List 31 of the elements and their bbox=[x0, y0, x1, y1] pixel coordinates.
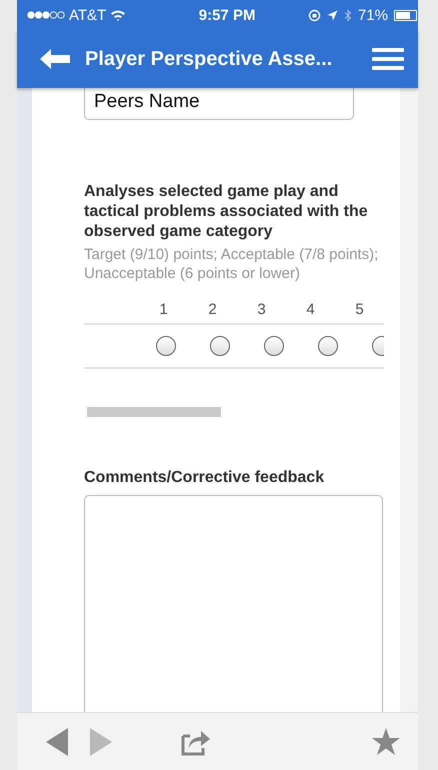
carrier-name: AT&T bbox=[69, 6, 106, 24]
battery-icon bbox=[394, 10, 418, 20]
scale-label: 1 bbox=[158, 300, 169, 318]
radio-button[interactable] bbox=[210, 336, 230, 356]
clock-time: 9:57 PM bbox=[198, 6, 256, 24]
comments-label: Comments/Corrective feedback bbox=[84, 469, 326, 487]
location-icon bbox=[326, 10, 338, 20]
rotation-lock-icon bbox=[308, 8, 321, 22]
scale-label: 5 bbox=[354, 300, 365, 318]
menu-button[interactable] bbox=[372, 48, 404, 70]
wifi-icon bbox=[110, 9, 126, 21]
question-title: Analyses selected game play and tactical problems associated with the observed game category bbox=[84, 182, 369, 242]
question-help-text: Target (9/10) points; Acceptable (7/8 points); Unacceptable (6 points or lower) bbox=[84, 245, 380, 283]
back-button[interactable] bbox=[45, 726, 69, 756]
radio-button[interactable] bbox=[318, 336, 338, 356]
page-title: Player Perspective Asse... bbox=[85, 48, 334, 70]
scale-label: 4 bbox=[305, 300, 316, 318]
battery-percent: 71% bbox=[358, 6, 388, 24]
menu-icon bbox=[372, 48, 404, 70]
radio-button[interactable] bbox=[264, 336, 284, 356]
bookmark-button[interactable] bbox=[371, 728, 401, 756]
signal-icon bbox=[27, 11, 65, 19]
back-button[interactable] bbox=[39, 48, 71, 70]
back-triangle-icon bbox=[45, 726, 69, 756]
forward-triangle-icon bbox=[89, 726, 113, 756]
bluetooth-icon bbox=[344, 8, 352, 22]
scale-label: 3 bbox=[256, 300, 267, 318]
star-icon bbox=[371, 728, 401, 756]
radio-button[interactable] bbox=[156, 336, 176, 356]
back-arrow-icon bbox=[39, 48, 71, 70]
scale-label: 2 bbox=[207, 300, 218, 318]
